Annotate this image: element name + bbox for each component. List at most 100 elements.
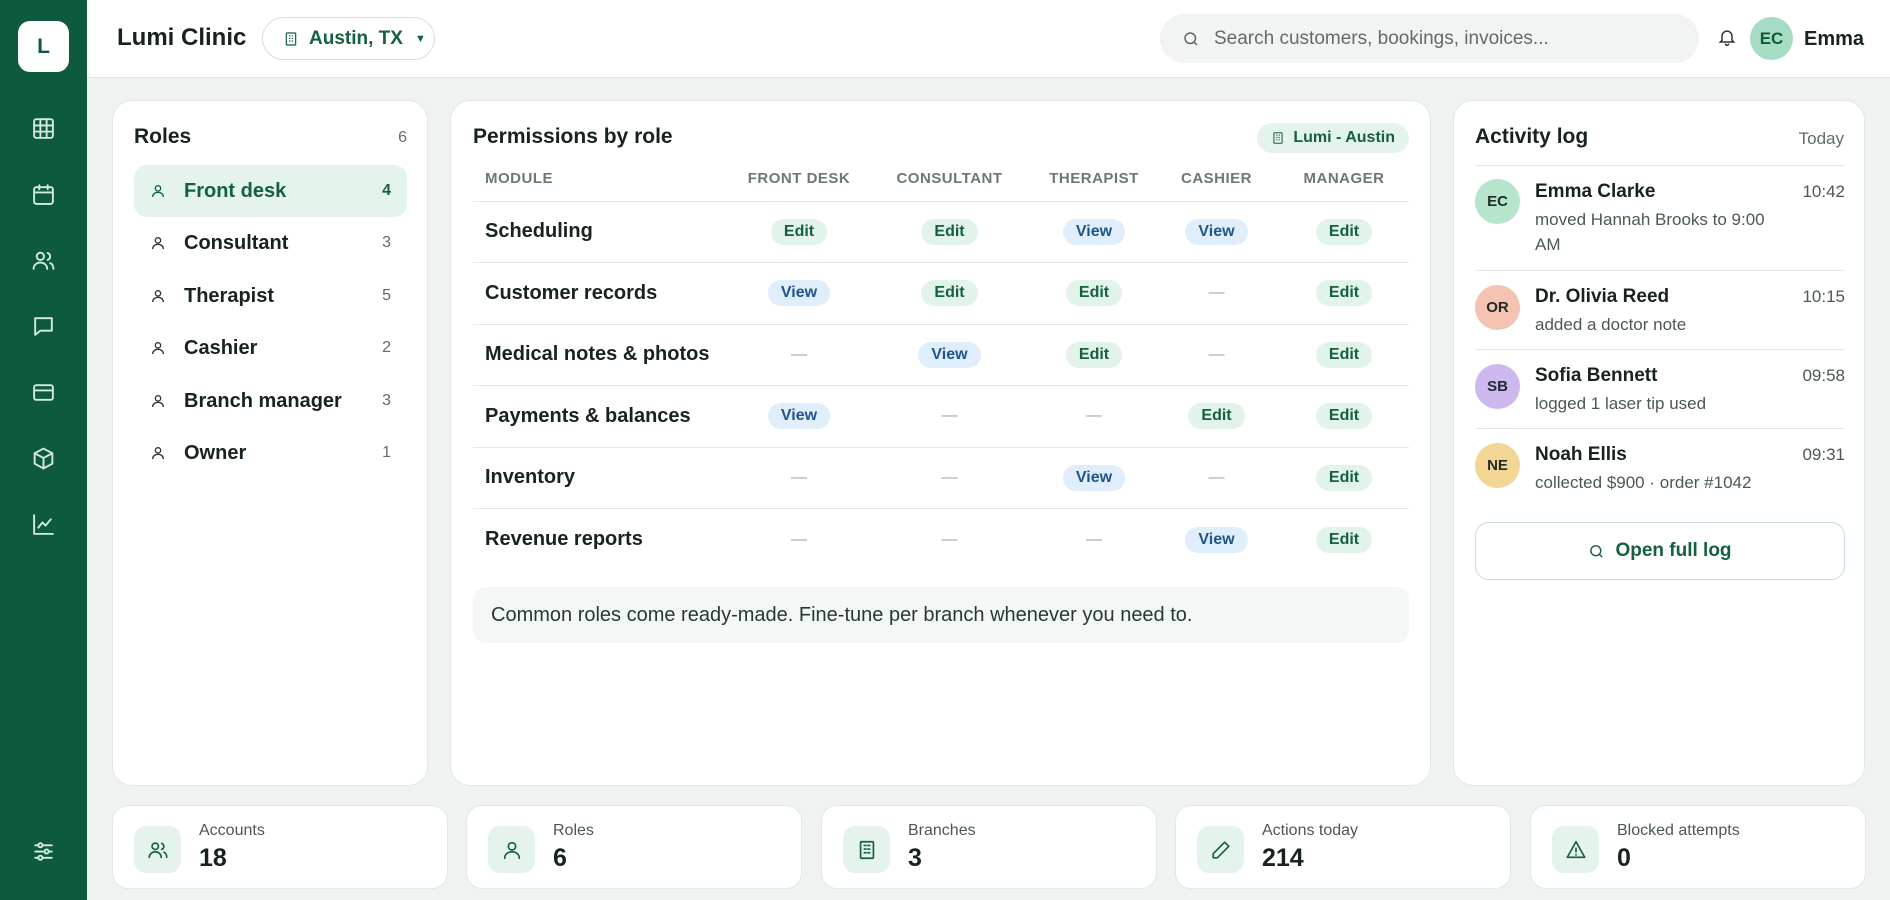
activity-item[interactable]: NE Noah Ellis collected $900 · order #10… [1475,428,1845,507]
chart-icon[interactable] [29,510,58,539]
table-row: Scheduling Edit Edit View View Edit [473,201,1409,263]
role-label: Front desk [184,179,287,202]
permission-none: — [791,345,807,363]
table-row: Payments & balances View — — Edit Edit [473,385,1409,448]
role-label: Therapist [184,284,275,307]
column-header: MODULE [473,157,733,202]
permission-none: — [1208,345,1225,363]
permission-cell: — [733,324,865,386]
permission-edit-pill[interactable]: Edit [1188,403,1245,430]
module-name: Revenue reports [485,528,643,550]
permission-cell: View [1154,509,1279,571]
user-icon [152,290,164,303]
stat-label: Branches [908,822,976,839]
permission-edit-pill[interactable]: Edit [1315,218,1373,245]
settings-sliders-icon[interactable] [29,837,58,866]
role-count: 2 [382,339,391,356]
top-bar: Lumi Clinic Austin, TX ▼ EC Emma [87,0,1890,78]
roles-total-count: 6 [398,129,407,146]
role-item-therapist[interactable]: Therapist 5 [134,270,407,322]
activity-actor: Dr. Olivia Reed [1535,286,1670,307]
activity-actor: Sofia Bennett [1535,365,1658,386]
role-label: Consultant [184,231,289,254]
role-label: Owner [184,441,247,464]
permission-view-pill[interactable]: View [767,403,831,430]
open-full-log-label: Open full log [1615,540,1732,561]
permission-cell: Edit [1279,447,1409,509]
activity-time: 09:58 [1802,366,1845,385]
permission-view-pill[interactable]: View [1185,526,1248,553]
grid-icon[interactable] [29,114,58,143]
column-header: FRONT DESK [733,157,865,202]
activity-panel: Activity log Today EC Emma Clarke moved … [1453,100,1865,786]
role-count: 5 [382,287,391,304]
role-label: Cashier [184,336,258,359]
users-icon[interactable] [29,246,58,275]
permission-cell: — [1034,509,1154,571]
activity-actor: Noah Ellis [1535,444,1627,465]
search-bar[interactable] [1160,14,1699,63]
permission-view-pill[interactable]: View [767,280,831,307]
role-item-owner[interactable]: Owner 1 [134,427,407,479]
permission-cell: — [865,447,1034,509]
permission-edit-pill[interactable]: Edit [1315,341,1373,368]
branch-selector-label: Austin, TX [309,27,403,49]
user-avatar[interactable]: EC [1750,17,1793,60]
branch-selector[interactable]: Austin, TX ▼ [262,17,435,60]
permission-edit-pill[interactable]: Edit [1315,403,1373,430]
avatar: NE [1475,443,1520,488]
permission-edit-pill[interactable]: Edit [1315,280,1373,307]
permission-view-pill[interactable]: View [918,341,981,368]
permission-view-pill[interactable]: View [1185,218,1248,245]
permission-view-pill[interactable]: View [1062,464,1126,491]
permission-cell: Edit [1279,385,1409,448]
roles-title: Roles [134,125,192,148]
table-row: Customer records View Edit Edit — Edit [473,262,1409,325]
stat-value: 214 [1262,844,1304,872]
permission-edit-pill[interactable]: Edit [921,218,978,245]
avatar: EC [1475,179,1520,224]
search-icon [1184,31,1198,46]
activity-time: 10:15 [1802,287,1845,306]
permission-cell: Edit [1279,324,1409,386]
permission-edit-pill[interactable]: Edit [921,280,978,307]
calendar-icon[interactable] [29,180,58,209]
permission-cell: Edit [865,201,1034,263]
permission-edit-pill[interactable]: Edit [1065,341,1123,368]
permission-cell: Edit [865,262,1034,325]
role-count: 1 [382,444,391,461]
stat-label: Roles [553,822,594,839]
message-icon[interactable] [29,312,58,341]
role-item-front-desk[interactable]: Front desk 4 [134,165,407,217]
search-input[interactable] [1214,27,1654,50]
credit-card-icon[interactable] [29,378,58,407]
activity-item[interactable]: SB Sofia Bennett logged 1 laser tip used… [1475,349,1845,428]
permission-edit-pill[interactable]: Edit [770,218,828,245]
stat-value: 18 [199,844,227,872]
stat-value: 3 [908,844,922,872]
app-logo[interactable]: L [18,21,69,72]
open-full-log-button[interactable]: Open full log [1475,522,1845,580]
role-item-consultant[interactable]: Consultant 3 [134,217,407,269]
box-icon[interactable] [29,444,58,473]
role-item-branch-manager[interactable]: Branch manager 3 [134,375,407,427]
activity-description: logged 1 laser tip used [1535,394,1707,413]
table-header-row: MODULE FRONT DESK CONSULTANT THERAPIST C… [473,157,1409,202]
sidebar: L [0,0,87,900]
building-icon [1273,132,1283,144]
bell-icon[interactable] [1717,26,1739,50]
activity-item[interactable]: OR Dr. Olivia Reed added a doctor note 1… [1475,270,1845,349]
permission-edit-pill[interactable]: Edit [1315,464,1373,491]
branch-badge-label: Lumi - Austin [1293,129,1395,146]
user-icon [152,237,164,250]
user-name[interactable]: Emma [1804,28,1864,51]
permission-cell: View [1034,447,1154,509]
permission-cell: — [1154,324,1279,386]
permission-edit-pill[interactable]: Edit [1065,280,1123,307]
role-item-cashier[interactable]: Cashier 2 [134,322,407,374]
activity-item[interactable]: EC Emma Clarke moved Hannah Brooks to 9:… [1475,165,1845,270]
permission-view-pill[interactable]: View [1062,218,1126,245]
activity-description: moved Hannah Brooks to 9:00 AM [1535,210,1765,254]
permission-cell: — [1154,447,1279,509]
permission-edit-pill[interactable]: Edit [1315,526,1373,553]
